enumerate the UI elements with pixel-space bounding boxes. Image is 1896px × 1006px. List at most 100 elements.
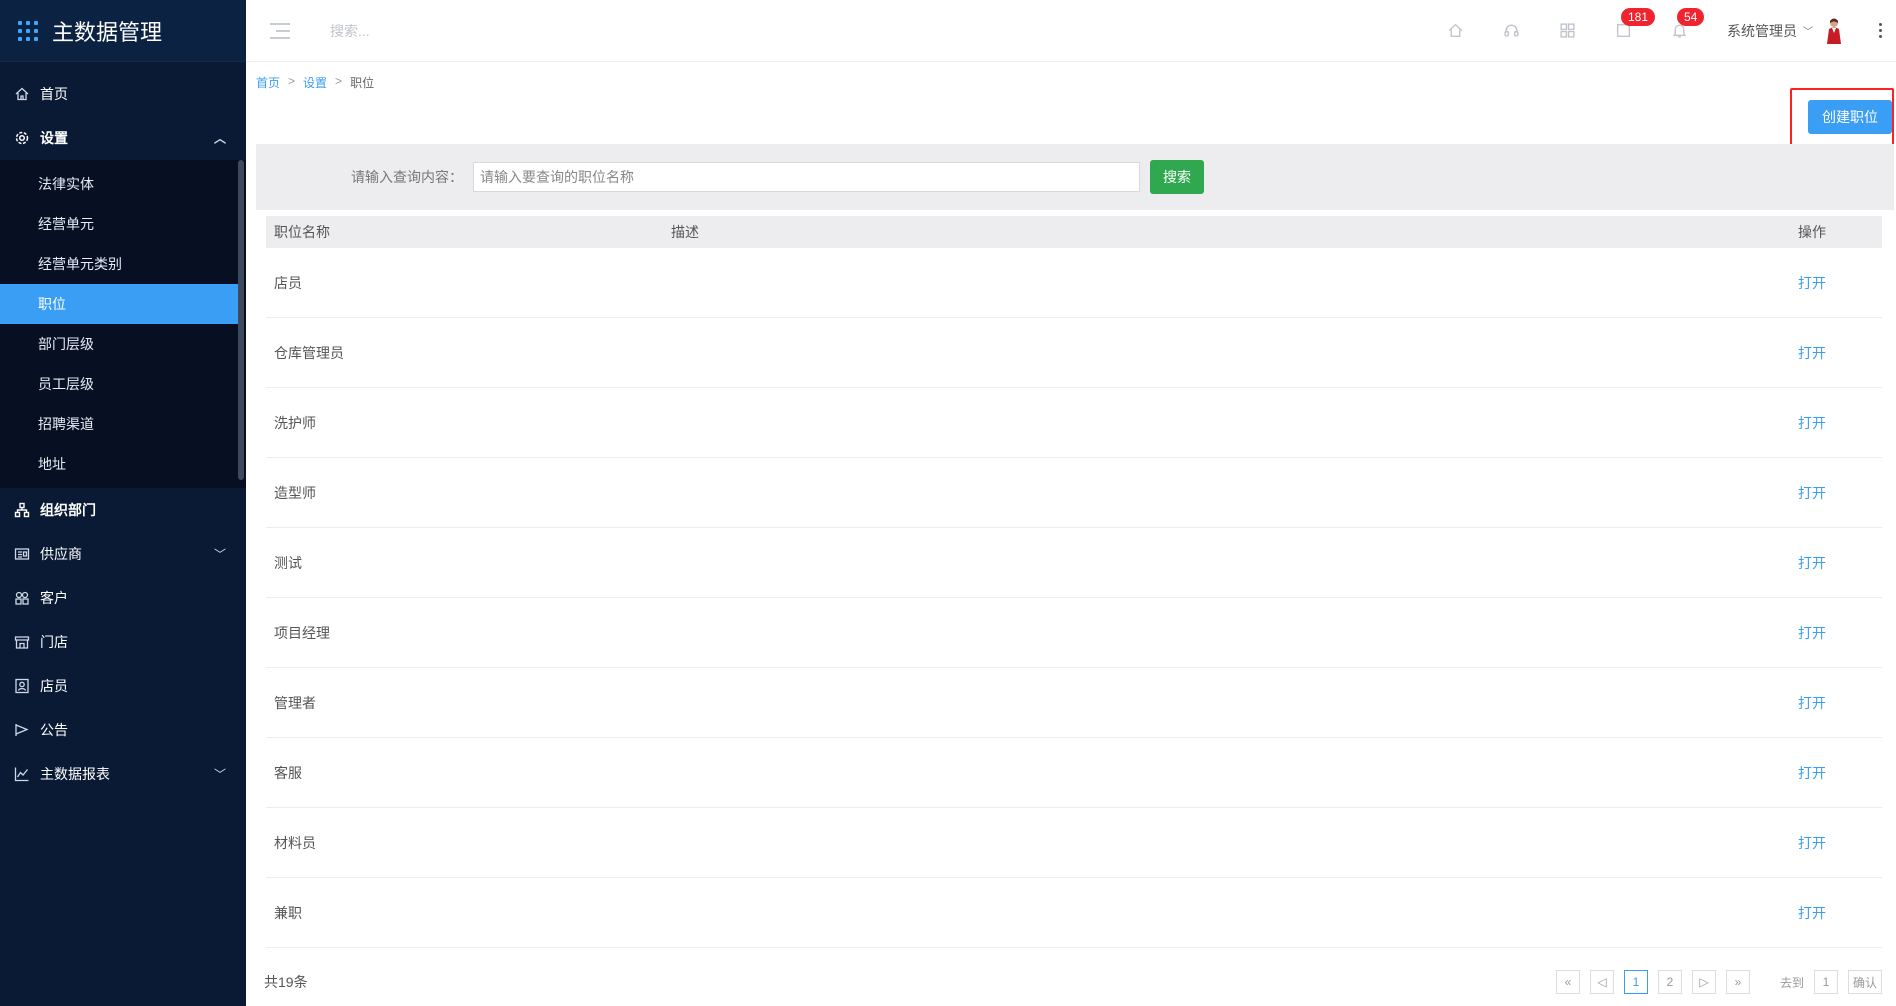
open-link[interactable]: 打开 (1798, 343, 1882, 363)
user-menu[interactable]: 系统管理员 ﹀ (1727, 17, 1843, 45)
sidebar-sub-item-position[interactable]: 职位 (0, 284, 238, 324)
sidebar-scrollbar[interactable] (238, 160, 244, 480)
sidebar-item-org[interactable]: 组织部门 (0, 488, 246, 532)
position-search-input[interactable] (473, 162, 1140, 192)
page-2-button[interactable]: 2 (1657, 970, 1682, 994)
sidebar-item-store[interactable]: 门店 (0, 620, 246, 664)
sidebar-sub-item-legal-entity[interactable]: 法律实体 (0, 164, 246, 204)
sidebar-item-label: 供应商 (40, 546, 82, 562)
sidebar: 主数据管理 首页 设置 ︿ 法律实体 经营单元 经营单元类别 职位 部门层级 员… (0, 0, 246, 1006)
avatar[interactable] (1825, 17, 1843, 45)
open-link[interactable]: 打开 (1798, 413, 1882, 433)
more-vertical-icon[interactable] (1879, 23, 1882, 38)
headset-icon[interactable] (1483, 0, 1539, 62)
report-icon (14, 766, 30, 782)
goto-label: 去到 (1779, 975, 1804, 990)
sidebar-sub-item-business-unit-type[interactable]: 经营单元类别 (0, 244, 246, 284)
breadcrumb-separator: > (335, 74, 343, 88)
open-link[interactable]: 打开 (1798, 623, 1882, 643)
gear-icon (14, 130, 30, 146)
sidebar-item-announcement[interactable]: 公告 (0, 708, 246, 752)
row-name: 洗护师 (274, 414, 316, 431)
row-name: 店员 (274, 274, 302, 291)
sidebar-item-label: 首页 (40, 86, 68, 102)
open-link[interactable]: 打开 (1798, 693, 1882, 713)
row-name: 客服 (274, 764, 302, 781)
sidebar-item-supplier[interactable]: 供应商 ﹀ (0, 532, 246, 576)
message-icon[interactable]: 181 (1595, 0, 1656, 62)
bell-icon[interactable]: 54 (1651, 0, 1707, 62)
goto-page-input[interactable]: 1 (1813, 970, 1838, 994)
apps-icon[interactable] (1539, 0, 1595, 62)
chevron-down-icon: ﹀ (213, 767, 226, 782)
table-row: 店员 打开 (266, 248, 1882, 318)
sidebar-sub-item-dept-level[interactable]: 部门层级 (0, 324, 246, 364)
table-footer: 共19条 « ◁ 1 2 ▷ » 去到 1 确认 (264, 962, 1882, 1002)
table-row: 管理者 打开 (266, 668, 1882, 738)
home-icon[interactable] (1427, 0, 1483, 62)
sidebar-item-staff[interactable]: 店员 (0, 664, 246, 708)
row-name: 仓库管理员 (274, 344, 344, 361)
sidebar-item-label: 客户 (40, 590, 68, 606)
breadcrumb-current: 职位 (350, 76, 375, 90)
sidebar-item-customer[interactable]: 客户 (0, 576, 246, 620)
sidebar-item-home[interactable]: 首页 (0, 72, 246, 116)
create-position-button[interactable]: 创建职位 (1808, 100, 1892, 134)
goto-confirm-button[interactable]: 确认 (1847, 970, 1882, 994)
column-header-op: 操作 (1798, 224, 1826, 240)
sidebar-sub-item-address[interactable]: 地址 (0, 444, 246, 484)
open-link[interactable]: 打开 (1798, 763, 1882, 783)
row-name: 项目经理 (274, 624, 330, 641)
sidebar-item-label: 主数据报表 (40, 766, 110, 782)
prev-page-button[interactable]: ◁ (1589, 970, 1614, 994)
open-link[interactable]: 打开 (1798, 483, 1882, 503)
sidebar-item-report[interactable]: 主数据报表 ﹀ (0, 752, 246, 796)
breadcrumb-settings[interactable]: 设置 (303, 74, 327, 91)
sidebar-item-label: 组织部门 (40, 502, 96, 518)
first-page-button[interactable]: « (1555, 970, 1580, 994)
breadcrumb: 首页 > 设置 > 职位 (256, 74, 374, 91)
open-link[interactable]: 打开 (1798, 553, 1882, 573)
open-link[interactable]: 打开 (1798, 273, 1882, 293)
global-search-input[interactable] (330, 22, 630, 39)
sidebar-sub-item-recruit-channel[interactable]: 招聘渠道 (0, 404, 246, 444)
announcement-icon (14, 722, 30, 738)
page-1-button[interactable]: 1 (1623, 970, 1648, 994)
open-link[interactable]: 打开 (1798, 903, 1882, 923)
search-button[interactable]: 搜索 (1150, 160, 1204, 194)
row-name: 管理者 (274, 694, 316, 711)
home-icon (14, 86, 30, 102)
brand: 主数据管理 (0, 0, 246, 62)
row-name: 兼职 (274, 904, 302, 921)
settings-submenu: 法律实体 经营单元 经营单元类别 职位 部门层级 员工层级 招聘渠道 地址 (0, 160, 246, 488)
customer-icon (14, 590, 30, 606)
sidebar-sub-item-employee-level[interactable]: 员工层级 (0, 364, 246, 404)
brand-title: 主数据管理 (52, 19, 163, 45)
filter-label: 请输入查询内容： (351, 169, 463, 185)
create-button-highlight: 创建职位 (1790, 88, 1894, 146)
pagination: « ◁ 1 2 ▷ » 去到 1 确认 (1555, 970, 1882, 994)
table-row: 测试 打开 (266, 528, 1882, 598)
sidebar-sub-item-business-unit[interactable]: 经营单元 (0, 204, 246, 244)
apps-grid-icon (18, 20, 38, 41)
notification-badge: 54 (1677, 7, 1705, 26)
filter-bar: 请输入查询内容： 搜索 (256, 144, 1894, 210)
table-row: 仓库管理员 打开 (266, 318, 1882, 388)
chevron-up-icon: ︿ (213, 131, 226, 146)
supplier-icon (14, 546, 30, 562)
open-link[interactable]: 打开 (1798, 833, 1882, 853)
row-name: 测试 (274, 554, 302, 571)
staff-icon (14, 678, 30, 694)
table-row: 洗护师 打开 (266, 388, 1882, 458)
sidebar-item-label: 设置 (40, 130, 68, 146)
sidebar-item-label: 公告 (40, 722, 68, 738)
table-header: 职位名称 描述 操作 (266, 216, 1882, 248)
last-page-button[interactable]: » (1725, 970, 1750, 994)
sidebar-item-settings[interactable]: 设置 ︿ (0, 116, 246, 160)
menu-toggle-icon[interactable] (270, 22, 290, 39)
main-content: 首页 > 设置 > 职位 创建职位 请输入查询内容： 搜索 职位名称 描述 操作… (256, 62, 1896, 1006)
breadcrumb-home[interactable]: 首页 (256, 74, 280, 91)
table-row: 兼职 打开 (266, 878, 1882, 948)
positions-table: 职位名称 描述 操作 店员 打开 仓库管理员 打开 洗护师 打开 造型师 打开 测试 打开… (266, 216, 1882, 948)
next-page-button[interactable]: ▷ (1691, 970, 1716, 994)
